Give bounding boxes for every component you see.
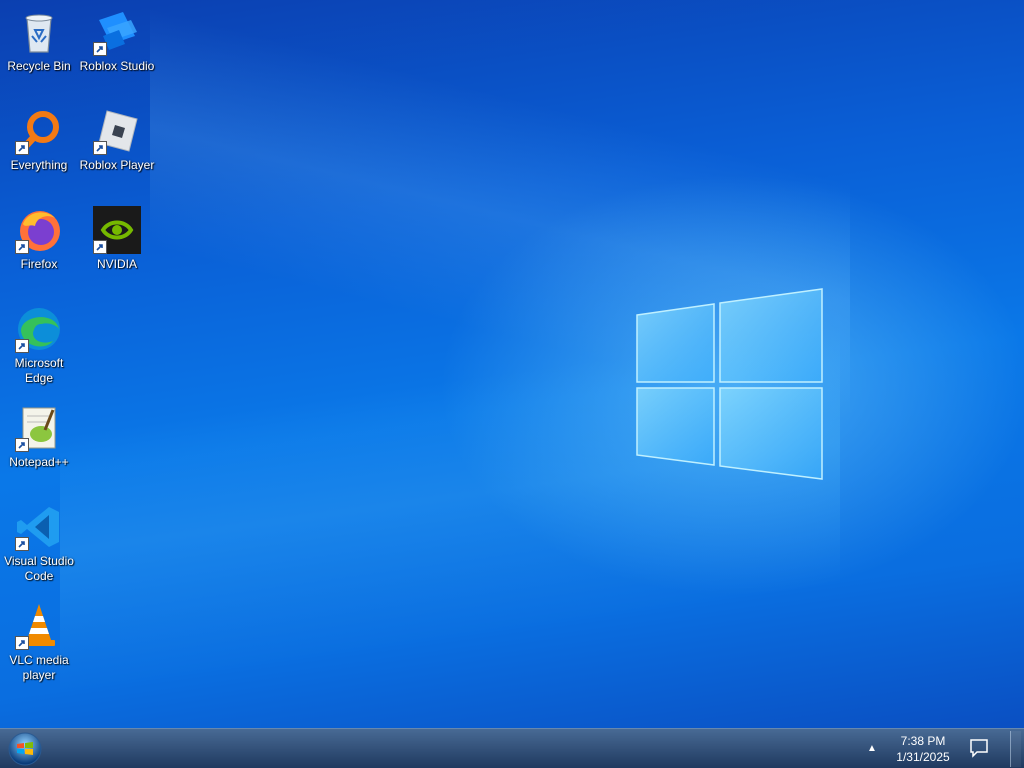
desktop-icon-roblox-studio[interactable]: Roblox Studio	[78, 8, 156, 74]
clock-time: 7:38 PM	[900, 734, 946, 748]
clock-date: 1/31/2025	[896, 750, 950, 764]
desktop-icon-vscode[interactable]: Visual Studio Code	[0, 503, 78, 584]
icon-label: Notepad++	[9, 455, 69, 469]
shortcut-arrow-icon	[15, 438, 29, 452]
roblox-player-icon	[93, 107, 141, 155]
icon-label: Roblox Player	[79, 158, 155, 172]
shortcut-arrow-icon	[15, 141, 29, 155]
firefox-icon	[15, 206, 63, 254]
shortcut-arrow-icon	[93, 42, 107, 56]
roblox-studio-icon	[93, 8, 141, 56]
icon-label: Everything	[10, 158, 68, 172]
icon-label: Microsoft Edge	[14, 356, 64, 385]
everything-search-icon	[15, 107, 63, 155]
show-hidden-icons-button[interactable]: ▲	[864, 741, 880, 757]
start-button[interactable]	[6, 731, 44, 767]
desktop-icon-roblox-player[interactable]: Roblox Player	[78, 107, 156, 173]
notepad-plus-plus-icon	[15, 404, 63, 452]
shortcut-arrow-icon	[15, 537, 29, 551]
edge-icon	[15, 305, 63, 353]
action-center-button[interactable]	[968, 737, 994, 761]
shortcut-arrow-icon	[15, 339, 29, 353]
show-desktop-button[interactable]	[1010, 731, 1021, 767]
desktop-icon-everything[interactable]: Everything	[0, 107, 78, 173]
windows-start-orb-icon	[8, 732, 42, 766]
vlc-icon	[15, 602, 63, 650]
action-center-icon	[970, 739, 988, 758]
desktop-icon-nvidia[interactable]: NVIDIA	[78, 206, 156, 272]
icon-label: Visual Studio Code	[4, 554, 74, 583]
shortcut-arrow-icon	[93, 240, 107, 254]
desktop-icon-notepad-plus-plus[interactable]: Notepad++	[0, 404, 78, 470]
taskbar-clock[interactable]: 7:38 PM 1/31/2025	[880, 733, 966, 765]
shortcut-arrow-icon	[93, 141, 107, 155]
desktop-icon-recycle-bin[interactable]: Recycle Bin	[0, 8, 78, 74]
desktop-icon-vlc[interactable]: VLC media player	[0, 602, 78, 683]
icon-label: Recycle Bin	[7, 59, 71, 73]
icon-label: VLC media player	[9, 653, 69, 682]
recycle-bin-icon	[15, 8, 63, 56]
icon-label: Roblox Studio	[79, 59, 155, 73]
taskbar: ▲ 7:38 PM 1/31/2025	[0, 728, 1024, 768]
desktop-icon-firefox[interactable]: Firefox	[0, 206, 78, 272]
desktop-wallpaper: Recycle Bin Roblox Studio Everything Rob…	[0, 0, 1024, 728]
shortcut-arrow-icon	[15, 240, 29, 254]
shortcut-arrow-icon	[15, 636, 29, 650]
icon-label: NVIDIA	[96, 257, 137, 271]
icon-label: Firefox	[20, 257, 58, 271]
windows-logo	[630, 285, 830, 485]
desktop-icon-microsoft-edge[interactable]: Microsoft Edge	[0, 305, 78, 386]
nvidia-icon	[93, 206, 141, 254]
vscode-icon	[15, 503, 63, 551]
